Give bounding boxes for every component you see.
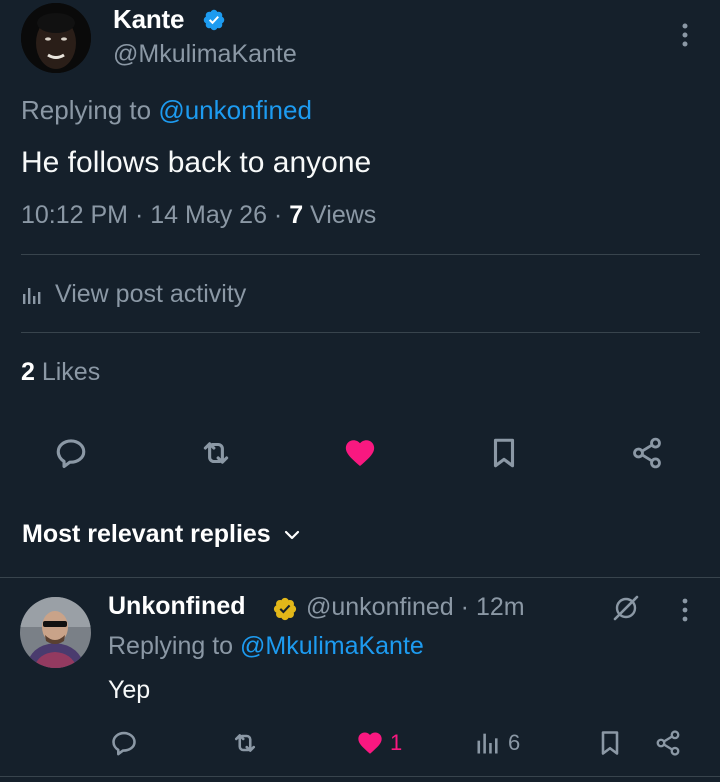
- replying-to-prefix: Replying to: [108, 632, 241, 660]
- reply-views-button[interactable]: 6: [474, 727, 520, 759]
- likes-summary[interactable]: 2 Likes: [21, 358, 100, 387]
- divider: [0, 577, 720, 578]
- replies-sort-toggle[interactable]: Most relevant replies: [22, 520, 303, 549]
- tweet-date[interactable]: 14 May 26: [150, 201, 267, 229]
- divider: [21, 254, 700, 255]
- share-icon: [656, 730, 680, 756]
- replying-to-link[interactable]: @unkonfined: [158, 95, 312, 125]
- reply-author-handle[interactable]: @unkonfined: [306, 593, 454, 621]
- reply-icon: [56, 439, 86, 469]
- bookmark-button[interactable]: [484, 433, 524, 473]
- likes-count: 2: [21, 358, 35, 386]
- heart-icon: [345, 440, 375, 467]
- views-icon: [477, 733, 498, 754]
- reply-author-name[interactable]: Unkonfined: [108, 592, 246, 621]
- share-button[interactable]: [627, 433, 667, 473]
- verified-badge-icon: [203, 9, 225, 31]
- reply-reply-button[interactable]: [110, 727, 138, 759]
- divider: [21, 332, 700, 333]
- reply-replying-to-line: Replying to @MkulimaKante: [108, 632, 424, 661]
- verified-badge-icon: [273, 597, 297, 621]
- bookmark-icon: [601, 731, 619, 755]
- post-activity-icon: [23, 287, 41, 304]
- retweet-button[interactable]: [196, 433, 236, 473]
- reply-button[interactable]: [51, 433, 91, 473]
- view-post-activity-link[interactable]: View post activity: [21, 280, 246, 309]
- share-icon: [633, 437, 661, 469]
- meta-separator: ·: [453, 593, 476, 621]
- replying-to-link[interactable]: @MkulimaKante: [240, 632, 424, 660]
- replying-to-prefix: Replying to: [21, 95, 159, 125]
- more-icon[interactable]: [674, 596, 696, 624]
- chevron-down-icon: [284, 530, 299, 539]
- reply-view-count: 6: [508, 730, 521, 755]
- reply-retweet-button[interactable]: [231, 727, 259, 759]
- reply-like-button[interactable]: 1: [356, 727, 402, 759]
- tweet-text: He follows back to anyone: [21, 146, 372, 179]
- meta-separator: ·: [128, 201, 151, 229]
- tweet-time[interactable]: 10:12 PM: [21, 201, 128, 229]
- reply-like-count: 1: [390, 730, 403, 755]
- reply-age[interactable]: 12m: [476, 593, 525, 621]
- heart-icon: [358, 732, 382, 754]
- replying-to-line: Replying to @unkonfined: [21, 95, 312, 126]
- like-button[interactable]: [340, 433, 380, 473]
- reply-text: Yep: [108, 676, 151, 704]
- grok-icon[interactable]: [611, 593, 641, 623]
- views-count: 7: [289, 201, 304, 229]
- retweet-icon: [203, 442, 229, 464]
- post-activity-label: View post activity: [55, 280, 247, 308]
- retweet-icon: [234, 734, 256, 752]
- divider: [0, 776, 720, 777]
- tweet-detail-view: Kante @MkulimaKante Replying to @unkonfi…: [0, 0, 720, 782]
- tweet-meta: 10:12 PM · 14 May 26 · 7 Views: [21, 201, 376, 230]
- replies-section-title: Most relevant replies: [22, 520, 271, 548]
- meta-separator: ·: [266, 201, 290, 229]
- author-name[interactable]: Kante: [113, 4, 184, 35]
- reply-icon: [112, 731, 136, 756]
- author-avatar[interactable]: [21, 3, 91, 73]
- author-handle[interactable]: @MkulimaKante: [113, 40, 297, 69]
- reply-share-button[interactable]: [654, 727, 682, 759]
- more-icon[interactable]: [674, 20, 696, 50]
- likes-label: Likes: [34, 358, 101, 386]
- reply-author-avatar[interactable]: [20, 597, 91, 668]
- reply-meta: @unkonfined · 12m: [306, 593, 525, 622]
- reply-bookmark-button[interactable]: [596, 727, 624, 759]
- bookmark-icon: [493, 438, 515, 468]
- views-label: Views: [303, 201, 377, 229]
